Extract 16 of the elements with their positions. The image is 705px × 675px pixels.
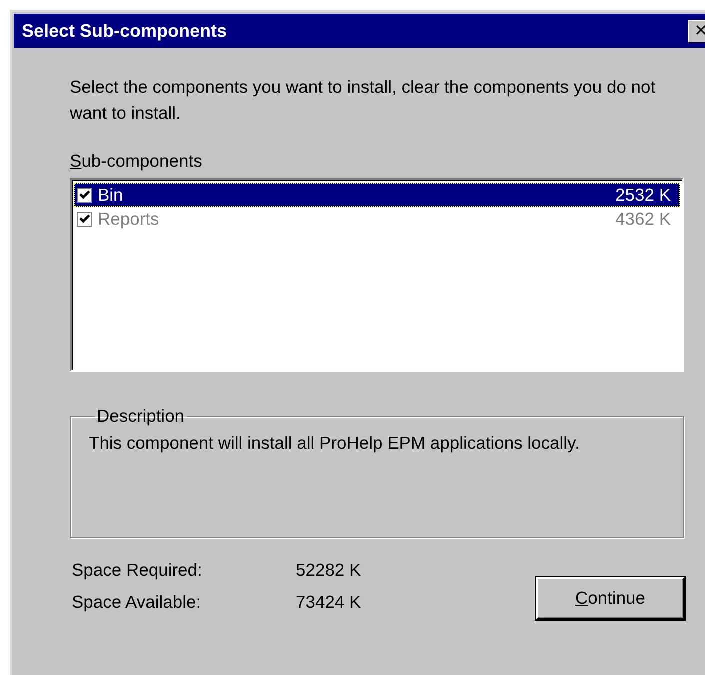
- space-value: 52282 K: [296, 559, 362, 582]
- list-item[interactable]: Bin 2532 K: [74, 183, 680, 207]
- group-title: Description: [96, 406, 186, 426]
- list-label: Sub-components: [70, 150, 204, 172]
- component-name: Bin: [98, 184, 124, 206]
- window-title: Select Sub-components: [22, 20, 228, 42]
- description-text: This component will install all ProHelp EPM applications locally.: [89, 432, 581, 455]
- component-size: 2532 K: [616, 184, 671, 206]
- component-name: Reports: [98, 208, 160, 230]
- space-label: Space Available:: [72, 591, 202, 614]
- component-size: 4362 K: [616, 208, 671, 230]
- space-label: Space Required:: [72, 559, 204, 582]
- checkbox[interactable]: [77, 188, 92, 202]
- instructions-text: Select the components you want to install, clear the components you do not want to install.: [70, 76, 657, 125]
- space-value: 73424 K: [296, 591, 362, 614]
- continue-button[interactable]: Continue: [536, 577, 685, 620]
